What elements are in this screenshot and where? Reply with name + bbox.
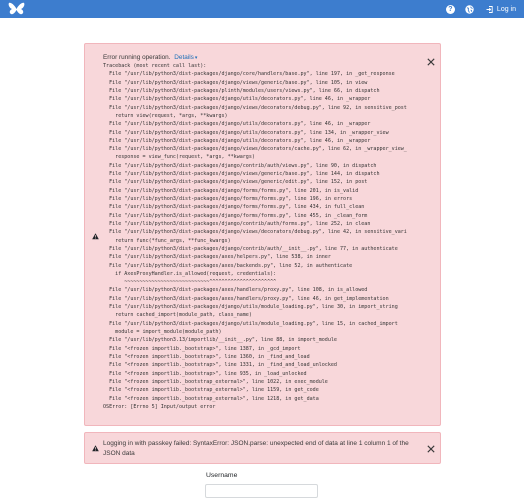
traceback-error-alert: Error running operation. Details▾ Traceb…	[84, 43, 441, 426]
top-navbar: ? Log in	[0, 0, 524, 18]
navbar-actions: ? Log in	[436, 0, 516, 18]
login-link[interactable]: Log in	[486, 6, 516, 13]
help-icon[interactable]: ?	[445, 4, 455, 14]
login-icon	[486, 5, 493, 13]
passkey-error-message: Logging in with passkey failed: SyntaxEr…	[103, 440, 409, 457]
passkey-error-alert: Logging in with passkey failed: SyntaxEr…	[84, 432, 441, 464]
butterfly-logo-icon[interactable]	[8, 1, 25, 17]
details-link[interactable]: Details	[174, 54, 194, 61]
username-label: Username	[206, 472, 238, 479]
close-icon[interactable]	[427, 440, 435, 453]
help-glyph: ?	[448, 5, 453, 13]
username-input[interactable]	[205, 484, 318, 498]
globe-icon[interactable]	[465, 4, 474, 14]
error-heading: Error running operation. Details▾	[103, 54, 197, 62]
error-title: Error running operation.	[103, 54, 171, 61]
details-caret-icon[interactable]: ▾	[195, 54, 198, 62]
login-label: Log in	[496, 5, 516, 13]
traceback-text: Traceback (most recent call last): File …	[103, 63, 407, 410]
close-icon[interactable]	[427, 53, 435, 66]
